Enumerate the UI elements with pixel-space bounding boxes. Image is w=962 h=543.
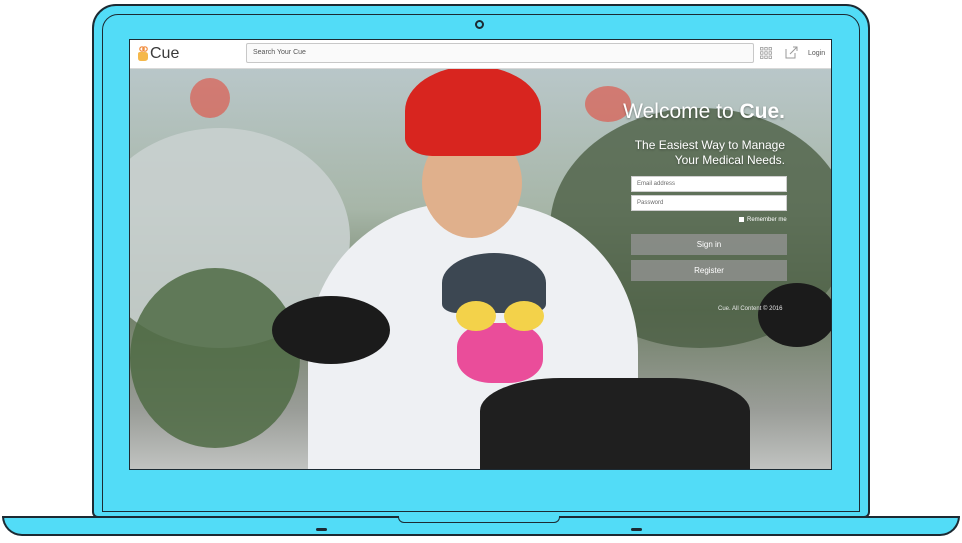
remember-me-checkbox[interactable]: Remember me [739,216,799,224]
login-link[interactable]: Login [808,40,830,68]
register-button[interactable]: Register [631,260,787,281]
app-screen: Cue Search Your Cue Login Welcome to Cue… [129,39,832,470]
app-name: Cue [150,45,180,62]
search-placeholder: Search Your Cue [253,49,306,56]
welcome-brand: Cue. [739,100,785,123]
password-placeholder: Password [637,200,664,206]
laptop-notch [398,516,560,523]
welcome-prefix: Welcome to [623,100,740,123]
cue-logo[interactable]: Cue [136,44,186,64]
share-icon[interactable] [785,46,798,59]
apps-grid-icon[interactable] [760,47,772,59]
checkbox-icon [739,216,744,222]
tagline: The Easiest Way to Manage Your Medical N… [585,138,785,168]
password-field[interactable]: Password [631,195,787,211]
cue-logo-icon [138,46,148,61]
tagline-line-2: Your Medical Needs. [674,153,785,167]
laptop-foot-left [316,528,327,531]
webcam-icon [475,20,484,29]
copyright-text: Cue. All Content © 2016 [718,306,783,312]
email-field[interactable]: Email address [631,176,787,192]
sign-in-button[interactable]: Sign in [631,234,787,255]
email-placeholder: Email address [637,181,676,187]
laptop-foot-right [631,528,642,531]
tagline-line-1: The Easiest Way to Manage [634,138,785,152]
search-input[interactable]: Search Your Cue [246,43,754,63]
app-header: Cue Search Your Cue Login [130,40,831,69]
remember-me-label: Remember me [747,217,787,223]
welcome-heading: Welcome to Cue. [623,100,785,124]
